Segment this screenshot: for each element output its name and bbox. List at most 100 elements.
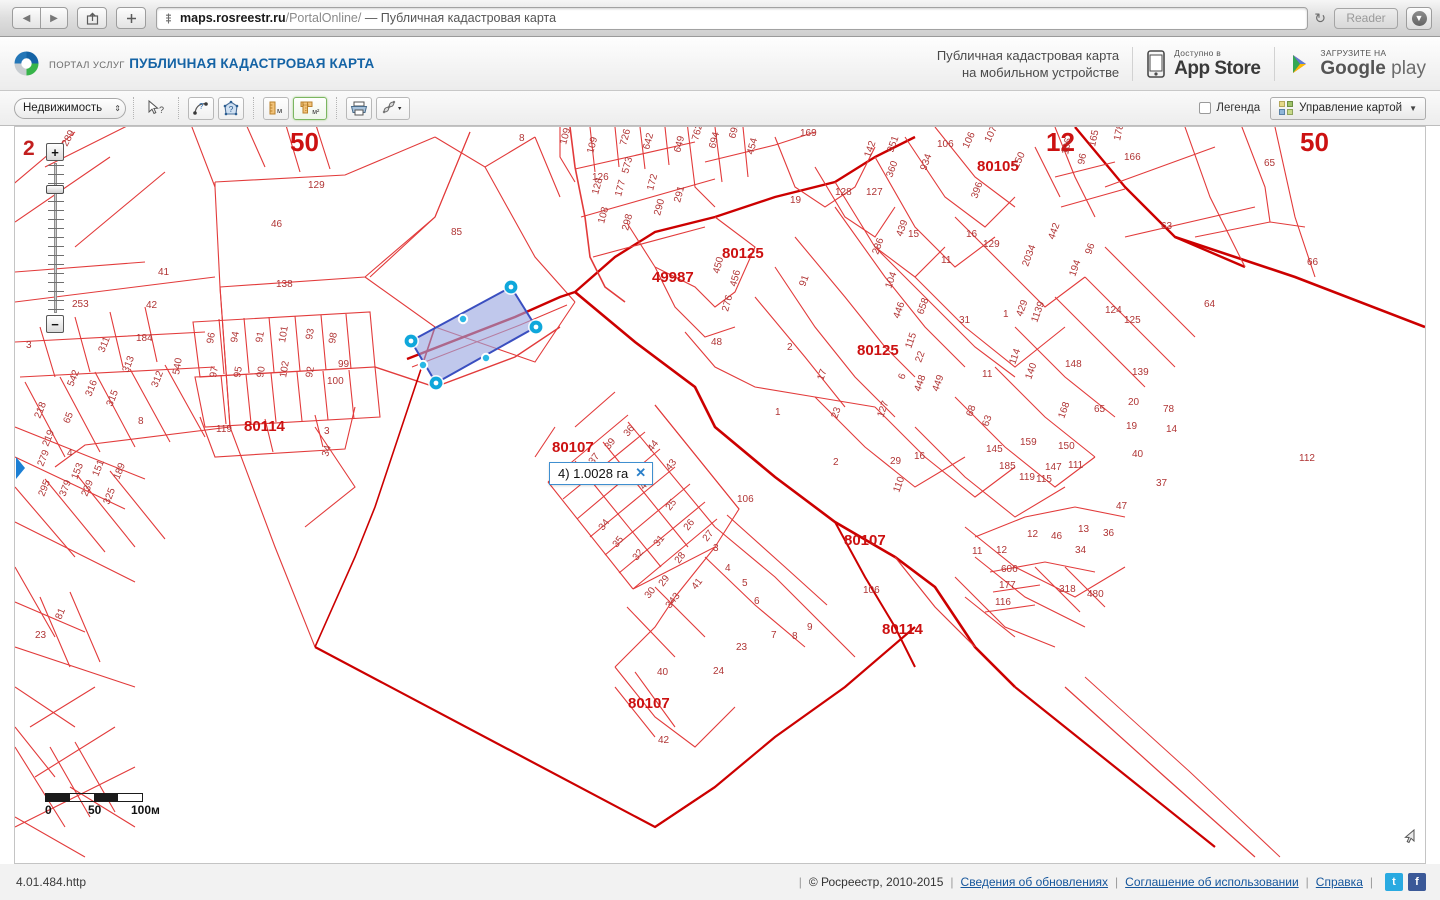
link-tool[interactable] — [376, 96, 410, 120]
map-parcel-label: 66 — [1307, 257, 1319, 268]
back-arrow-icon[interactable]: ◀ — [12, 7, 40, 29]
close-icon[interactable]: ✕ — [635, 465, 646, 481]
map-block-label: 80107 — [844, 532, 886, 549]
map-block-label: 80107 — [628, 695, 670, 712]
forward-arrow-icon[interactable]: ▶ — [40, 7, 68, 29]
link-icon — [382, 100, 402, 113]
side-panel-expander[interactable] — [15, 453, 27, 483]
map-parcel-label: 99 — [338, 359, 350, 370]
legend-checkbox[interactable] — [1199, 102, 1212, 114]
twitter-icon[interactable]: t — [1385, 873, 1403, 891]
map-parcel-label: 4 — [67, 448, 73, 459]
promo-line-2: на мобильном устройстве — [961, 64, 1120, 80]
google-play-icon — [1293, 54, 1307, 73]
map-parcel-label: 34 — [1075, 545, 1087, 556]
logo-line-1: ПОРТАЛ УСЛУГ — [49, 59, 125, 71]
map-parcel-label: 90 — [255, 365, 268, 378]
select-stepper-icon: ⇕ — [114, 103, 121, 113]
link-help[interactable]: Справка — [1316, 875, 1363, 889]
download-icon: ▼ — [1411, 10, 1427, 26]
reload-icon[interactable]: ↻ — [1314, 10, 1326, 27]
map-parcel-label: 140 — [1023, 361, 1039, 381]
map-parcel-label: 379 — [58, 478, 75, 498]
map-parcel-label: 46 — [1051, 531, 1063, 542]
cursor-question-icon: ? — [148, 99, 164, 115]
footer-divider: | — [1369, 875, 1373, 889]
map-parcel-label: 159 — [1020, 437, 1037, 448]
mobile-promo-text: Публичная кадастровая карта на мобильном… — [937, 46, 1134, 81]
measured-polygon — [409, 285, 538, 385]
facebook-icon[interactable]: f — [1408, 873, 1426, 891]
map-parcel-label: 106 — [961, 130, 978, 150]
map-parcel-label: 106 — [863, 585, 880, 596]
site-logo[interactable]: ПОРТАЛ УСЛУГ ПУБЛИЧНАЯ КАДАСТРОВАЯ КАРТА — [13, 50, 375, 77]
printer-icon — [350, 101, 368, 115]
downloads-button[interactable]: ▼ — [1406, 6, 1432, 30]
nav-buttons: ◀ ▶ — [12, 7, 68, 29]
share-icon[interactable] — [77, 7, 107, 29]
print-tool[interactable] — [346, 96, 372, 120]
map-parcel-label: 97 — [208, 365, 221, 378]
measure-area-icon: м² — [300, 101, 320, 116]
legend-label: Легенда — [1216, 102, 1261, 114]
favicon-icon — [163, 12, 174, 25]
legend-toggle[interactable]: Легенда — [1199, 102, 1260, 114]
map-parcel-label: 6 — [754, 596, 760, 607]
map-block-label: 50 — [290, 127, 319, 157]
zoom-in-button[interactable]: + — [46, 143, 64, 161]
map-parcel-label: 23 — [35, 630, 47, 641]
zoom-out-button[interactable]: − — [46, 315, 64, 333]
layers-grid-icon — [1279, 101, 1294, 115]
polygon-query-tool[interactable]: ? — [218, 96, 244, 120]
object-type-select[interactable]: Недвижимость ⇕ — [14, 97, 126, 119]
map-parcel-label: 63 — [980, 413, 994, 428]
measurement-tooltip[interactable]: 4) 1.0028 га ✕ — [549, 462, 654, 485]
map-parcel-label: 39 — [603, 436, 619, 452]
map-parcel-label: 429 — [1014, 298, 1030, 318]
plus-icon[interactable] — [116, 7, 146, 29]
url-path: /PortalOnline/ — [285, 11, 362, 25]
map-parcel-label: 540 — [171, 357, 185, 376]
map-parcel-label: 177 — [613, 178, 628, 197]
map-parcel-label: 22 — [913, 349, 927, 364]
svg-text:?: ? — [199, 102, 204, 111]
map-parcel-label: 32 — [631, 547, 647, 563]
cadastral-map-graphics: 50 12 508010580125801258011480107801078011… — [15, 127, 1425, 858]
measure-length-tool[interactable]: м — [263, 96, 289, 120]
address-bar[interactable]: maps.rosreestr.ru/PortalOnline/ — Публич… — [156, 6, 1309, 30]
map-parcel-label: 316 — [84, 378, 101, 398]
map-parcel-label: 11 — [982, 369, 993, 380]
map-parcel-label: 41 — [158, 267, 170, 278]
map-parcel-label: 92 — [304, 365, 317, 378]
measure-line-query-tool[interactable]: ? — [188, 96, 214, 120]
map-parcel-label: 147 — [1045, 462, 1062, 473]
scale-bar-labels: 0 50 100м — [45, 802, 175, 817]
link-updates[interactable]: Сведения об обновлениях — [961, 875, 1109, 889]
app-version: 4.01.484.http — [16, 875, 87, 889]
map-block-label: 80125 — [722, 245, 764, 262]
map-parcel-label: 442 — [1046, 221, 1062, 241]
map-control-button[interactable]: Управление картой ▼ — [1270, 96, 1426, 120]
map-parcel-label: 68 — [964, 403, 978, 418]
map-canvas[interactable]: 50 12 50 80105 80125 80125 80114 80107 80107 8011… — [14, 126, 1426, 864]
toolbar-divider — [336, 97, 337, 119]
map-control-label: Управление картой — [1299, 102, 1403, 114]
googleplay-badge[interactable]: ЗАГРУЗИТЕ НА Google play — [1274, 46, 1440, 81]
svg-text:м: м — [277, 106, 282, 115]
map-parcel-label: 295 — [37, 478, 54, 498]
zoom-slider-handle[interactable] — [46, 185, 64, 194]
logo-line-2: ПУБЛИЧНАЯ КАДАСТРОВАЯ КАРТА — [129, 55, 375, 71]
map-parcel-label: 291 — [672, 184, 687, 203]
zoom-slider-control[interactable]: + − — [45, 143, 67, 333]
copyright-text: © Росреестр, 2010-2015 — [808, 875, 944, 889]
reader-button[interactable]: Reader — [1334, 7, 1398, 29]
footer-divider: | — [950, 875, 954, 889]
select-pointer-tool[interactable]: ? — [143, 97, 169, 120]
measure-area-tool[interactable]: м² — [293, 96, 327, 120]
link-agreement[interactable]: Соглашение об использовании — [1125, 875, 1299, 889]
map-parcel-label: 166 — [1124, 152, 1141, 163]
map-parcel-label: 93 — [304, 327, 317, 340]
appstore-badge[interactable]: Доступно в App Store — [1145, 47, 1274, 81]
footer-divider: | — [1115, 875, 1119, 889]
map-parcel-label: 168 — [1056, 400, 1072, 420]
